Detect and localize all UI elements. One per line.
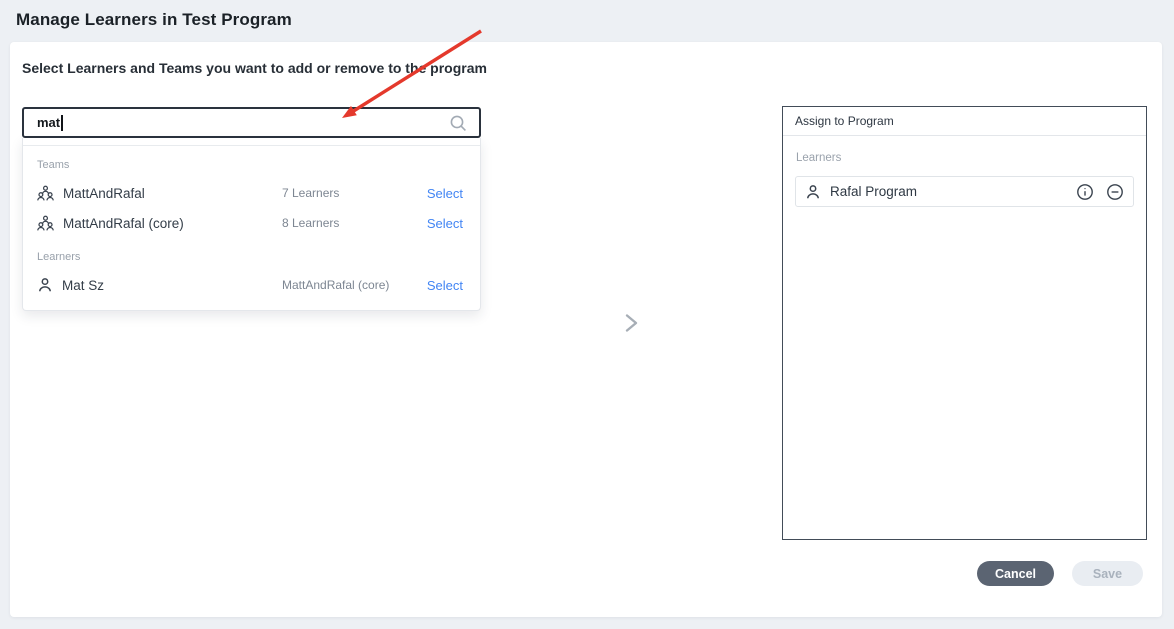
learner-name: Mat Sz [62,278,104,293]
assign-to-program-panel: Assign to Program Learners Rafal Program [782,106,1147,540]
select-team-link[interactable]: Select [427,186,463,201]
team-name: MattAndRafal (core) [63,216,184,231]
save-button[interactable]: Save [1072,561,1143,586]
person-icon [37,277,53,293]
assign-panel-body: Learners Rafal Program [783,136,1146,219]
page: Manage Learners in Test Program Select L… [0,0,1174,629]
team-result-row[interactable]: MattAndRafal (core) 8 Learners Select [23,208,480,238]
assign-section-label: Learners [796,152,1134,164]
card-subtitle: Select Learners and Teams you want to ad… [22,60,487,76]
team-meta: 8 Learners [282,216,427,230]
cancel-button[interactable]: Cancel [977,561,1054,586]
assign-panel-title: Assign to Program [783,107,1146,136]
page-title: Manage Learners in Test Program [16,10,292,30]
search-input[interactable]: mat [22,107,481,138]
team-name: MattAndRafal [63,186,145,201]
search-icon [449,114,467,132]
search-results-dropdown: Teams MattAndRafal [22,138,481,311]
text-caret [61,115,63,131]
section-label-teams: Teams [23,146,480,178]
remove-icon[interactable] [1106,183,1124,201]
person-icon [805,184,821,200]
section-label-learners: Learners [23,238,480,270]
team-icon [37,215,54,231]
learner-meta: MattAndRafal (core) [282,278,427,292]
search-input-value: mat [37,115,60,130]
team-result-row[interactable]: MattAndRafal 7 Learners Select [23,178,480,208]
assigned-learner-row: Rafal Program [795,176,1134,207]
info-icon[interactable] [1076,183,1094,201]
manage-learners-card: Select Learners and Teams you want to ad… [10,42,1162,617]
team-meta: 7 Learners [282,186,427,200]
chevron-right-icon [620,312,642,334]
learner-result-row[interactable]: Mat Sz MattAndRafal (core) Select [23,270,480,300]
select-team-link[interactable]: Select [427,216,463,231]
assigned-learner-name: Rafal Program [830,184,1064,199]
select-learner-link[interactable]: Select [427,278,463,293]
team-icon [37,185,54,201]
